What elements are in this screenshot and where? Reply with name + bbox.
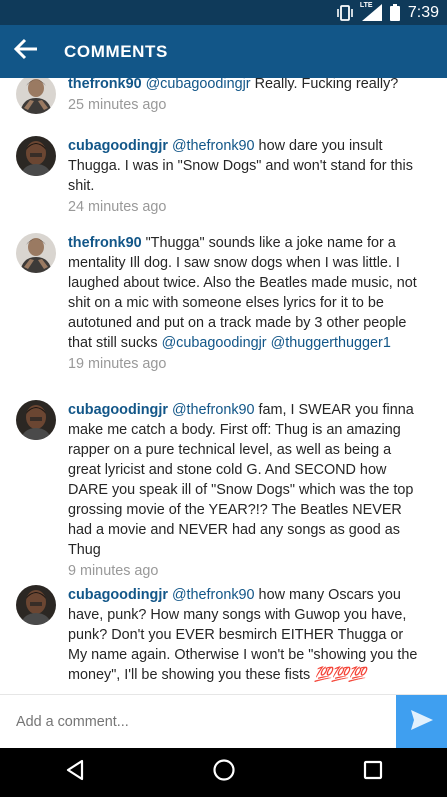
comment-message-text: fam, I SWEAR you finna make me catch a b… [68,402,414,558]
comment-username[interactable]: cubagoodingjr [68,138,168,154]
nav-home-button[interactable] [194,748,254,797]
mention-link[interactable]: @cubagoodingjr [146,78,251,92]
nav-home-icon [212,758,236,787]
arrow-left-icon [13,38,39,65]
vibrate-icon [336,4,354,21]
comment-timestamp: 25 minutes ago [68,97,167,113]
comment-list[interactable]: thefronk90 @cubagoodingjr Really. Fuckin… [0,78,447,694]
comment-message: @thefronk90 fam, I SWEAR you finna make … [68,402,414,558]
send-button[interactable] [396,695,447,749]
comment-timestamp: 24 minutes ago [68,199,167,215]
system-nav-bar [0,748,447,797]
nav-back-button[interactable] [45,748,105,797]
mention-link[interactable]: @thefronk90 [172,402,255,418]
mention-link[interactable]: @thefronk90 [172,138,255,154]
nav-recents-button[interactable] [343,748,403,797]
comment-message: @cubagoodingjr Really. Fucking really? [146,78,399,92]
comment-composer [0,694,447,749]
comment-text: thefronk90 @cubagoodingjr Really. Fuckin… [68,78,423,94]
mention-link[interactable]: @thuggerthugger1 [271,335,391,351]
network-label: LTE [359,2,373,9]
send-icon [410,709,433,735]
signal-icon: LTE [359,2,382,21]
nav-back-icon [65,759,85,786]
comment-text: cubagoodingjr @thefronk90 how dare you i… [68,136,423,196]
back-button[interactable] [0,25,52,78]
avatar[interactable] [16,585,56,625]
page-title: COMMENTS [64,41,168,61]
clock: 7:39 [407,3,439,21]
avatar[interactable] [16,78,56,114]
comment-timestamp: 19 minutes ago [68,356,167,372]
comment-timestamp: 9 minutes ago [68,563,159,579]
battery-icon [389,4,400,21]
nav-recents-icon [363,760,383,785]
avatar[interactable] [16,400,56,440]
comment-text: thefronk90 "Thugga" sounds like a joke n… [68,233,423,353]
comment-text: cubagoodingjr @thefronk90 how many Oscar… [68,585,423,685]
comment-message: "Thugga" sounds like a joke name for a m… [68,235,417,351]
comment-body: cubagoodingjr @thefronk90 how many Oscar… [68,585,423,685]
status-bar: LTE 7:39 [0,0,447,25]
avatar[interactable] [16,136,56,176]
avatar[interactable] [16,233,56,273]
comment-username[interactable]: cubagoodingjr [68,402,168,418]
comment-text: cubagoodingjr @thefronk90 fam, I SWEAR y… [68,400,423,560]
comment-body: thefronk90 @cubagoodingjr Really. Fuckin… [68,78,423,115]
comment-body: cubagoodingjr @thefronk90 how dare you i… [68,136,423,217]
mention-link[interactable]: @thefronk90 [172,587,255,603]
comment-message-text: Really. Fucking really? [250,78,399,92]
comment-username[interactable]: thefronk90 [68,235,142,251]
comment-username[interactable]: cubagoodingjr [68,587,168,603]
comment-username[interactable]: thefronk90 [68,78,142,92]
app-bar: COMMENTS [0,25,447,78]
comment-message-text: "Thugga" sounds like a joke name for a m… [68,235,417,351]
comment-body: thefronk90 "Thugga" sounds like a joke n… [68,233,423,374]
hundred-points-emoji: 💯💯💯 [314,667,366,683]
comment-body: cubagoodingjr @thefronk90 fam, I SWEAR y… [68,400,423,581]
mention-link[interactable]: @cubagoodingjr [162,335,267,351]
comment-input[interactable] [0,695,396,749]
